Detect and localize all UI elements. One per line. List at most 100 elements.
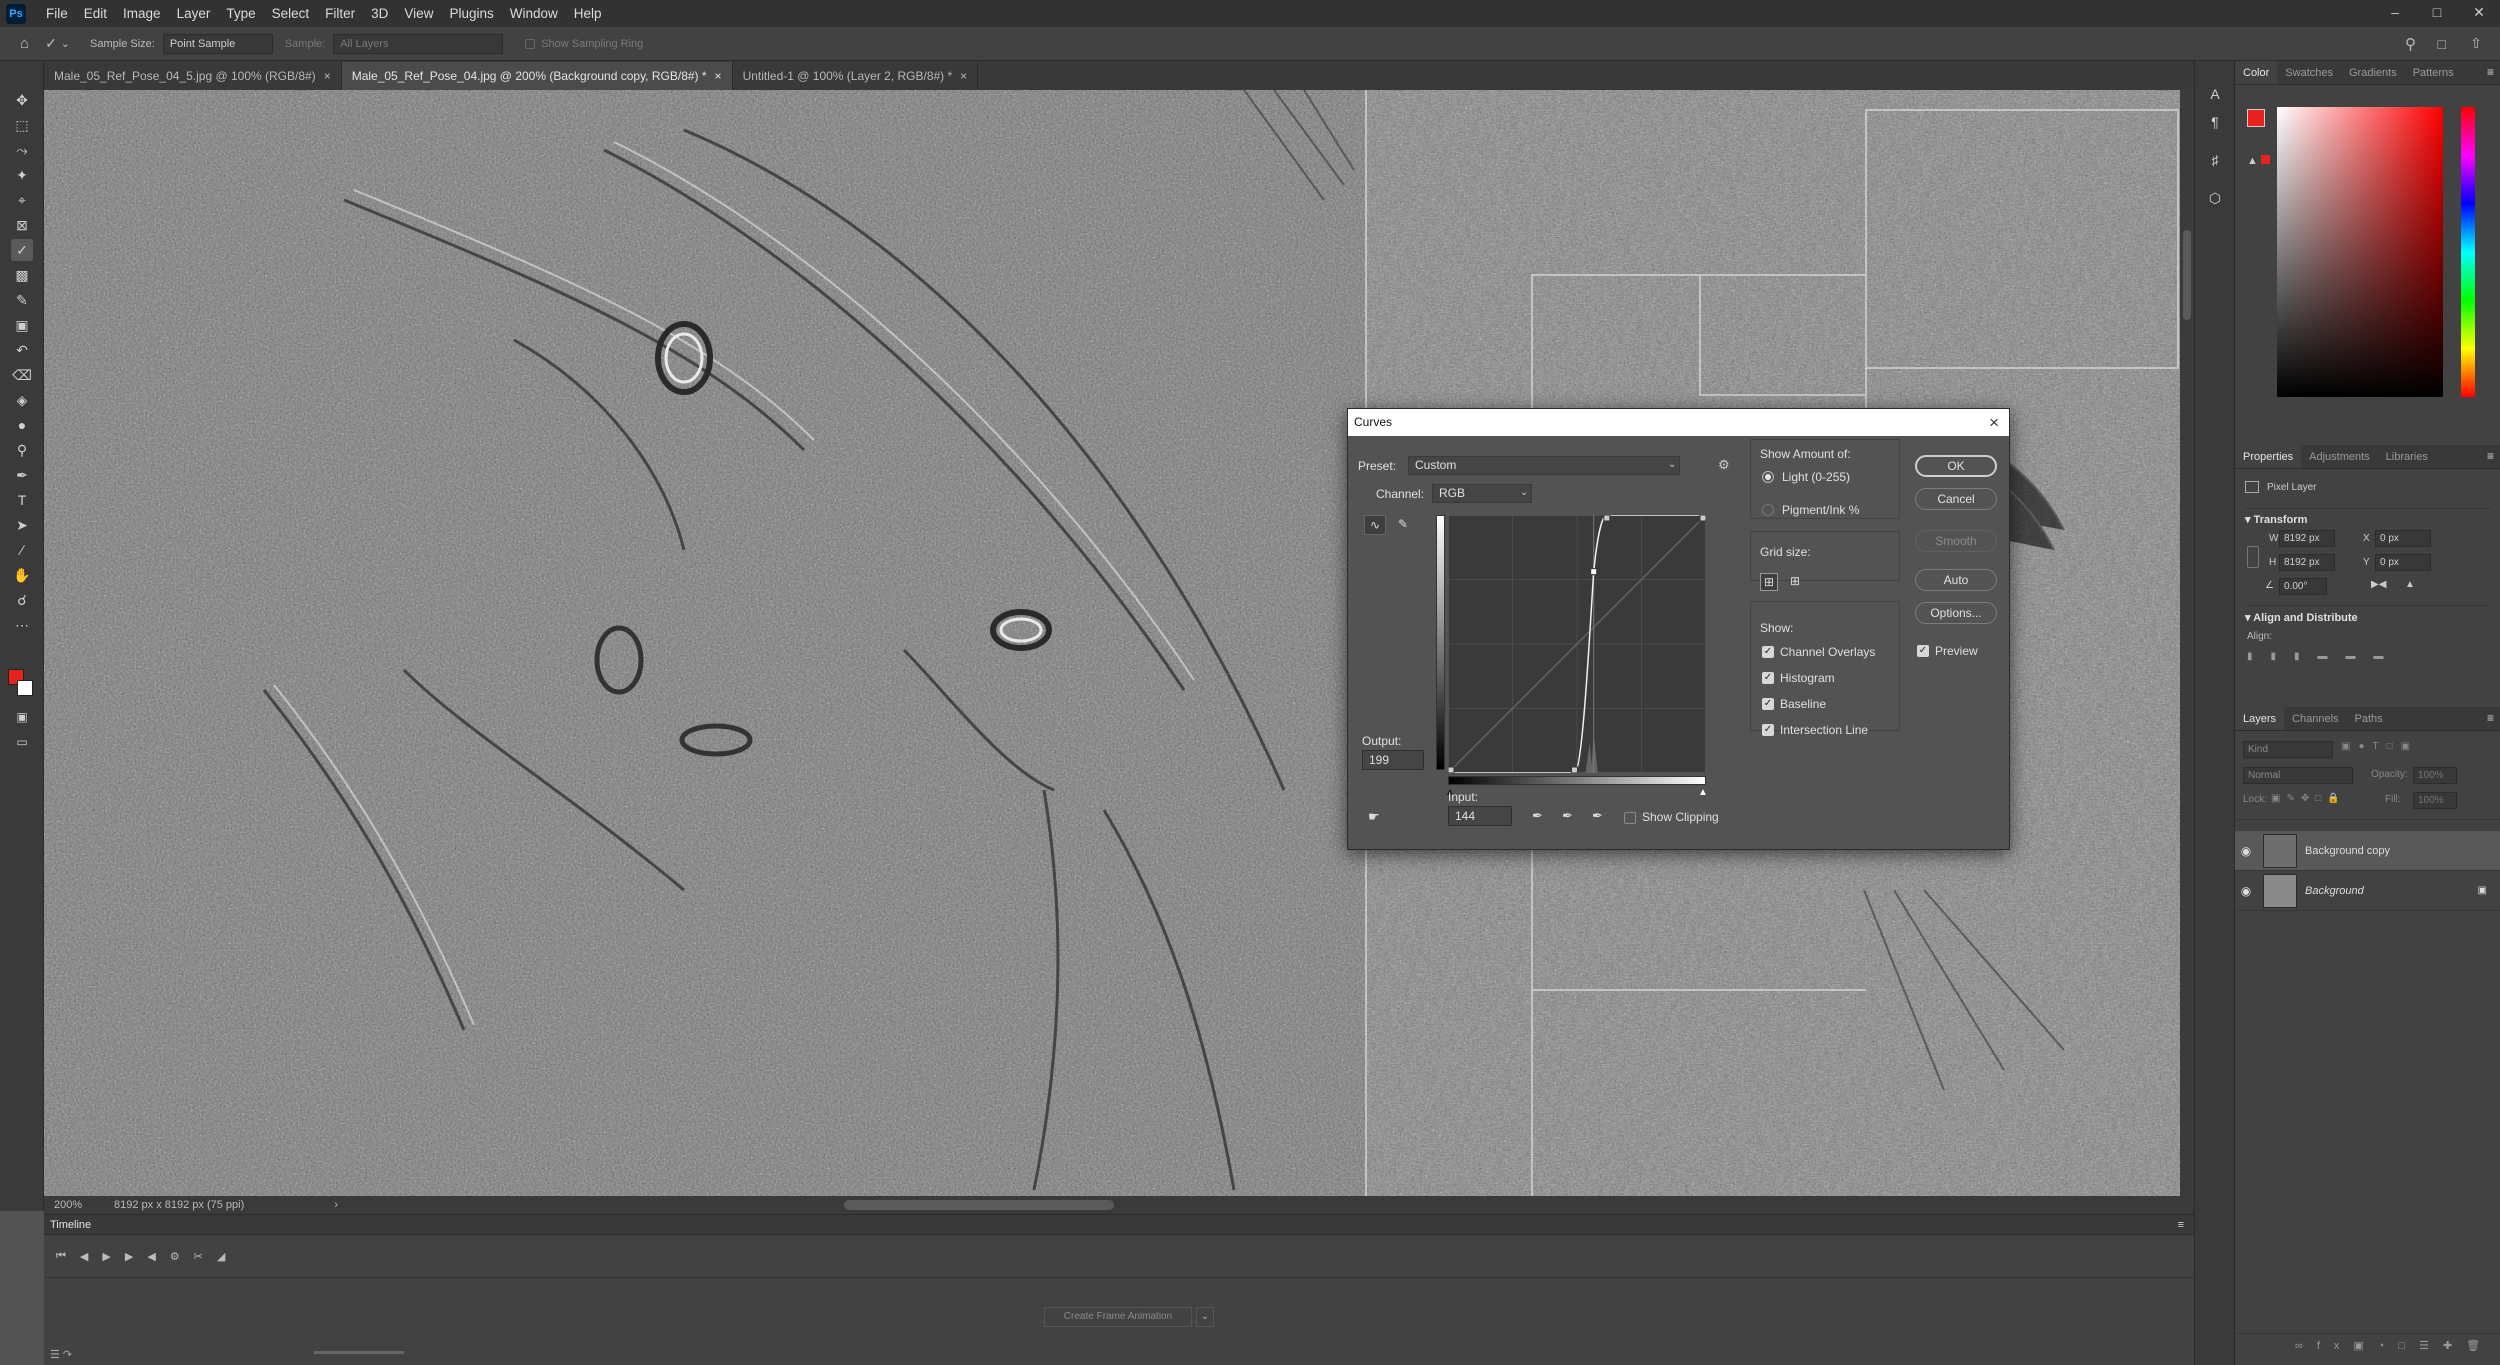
lock-icon[interactable]: ▣ <box>2478 885 2487 896</box>
tool-preset-dropdown-icon[interactable]: ⌄ <box>61 37 70 50</box>
simple-grid-icon[interactable]: ⊞ <box>1760 573 1778 591</box>
curves-graph[interactable] <box>1448 515 1706 773</box>
pen-tool-icon[interactable]: ✒ <box>11 464 33 486</box>
history-brush-tool-icon[interactable]: ↶ <box>11 339 33 361</box>
close-tab-icon[interactable]: × <box>715 69 722 83</box>
chevron-down-icon[interactable]: ⌄ <box>1668 459 1676 470</box>
menu-file[interactable]: File <box>38 6 76 21</box>
panel-menu-icon[interactable]: ≡ <box>2487 711 2494 725</box>
menu-window[interactable]: Window <box>502 6 566 21</box>
hue-slider[interactable] <box>2461 107 2475 397</box>
healing-brush-tool-icon[interactable]: ▩ <box>11 264 33 286</box>
tab-adjustments[interactable]: Adjustments <box>2301 445 2378 468</box>
layer-row-background-copy[interactable]: ◉ Background copy <box>2235 831 2500 871</box>
home-icon[interactable]: ⌂ <box>20 35 29 52</box>
layer-row-background[interactable]: ◉ Background ▣ <box>2235 871 2500 911</box>
flip-vertical-icon[interactable]: ▲ <box>2405 579 2415 590</box>
paragraph-panel-icon[interactable]: ¶ <box>2204 111 2226 133</box>
auto-button[interactable]: Auto <box>1915 569 1997 591</box>
align-right-icon[interactable]: ▮ <box>2294 651 2300 662</box>
histogram-checkbox[interactable]: ✓ <box>1762 672 1774 684</box>
tab-properties[interactable]: Properties <box>2235 445 2302 468</box>
canvas-horizontal-scroll-thumb[interactable] <box>844 1200 1114 1210</box>
opacity-field[interactable]: 100% <box>2413 767 2457 784</box>
color-field[interactable] <box>2277 107 2443 397</box>
gray-eyedropper-icon[interactable]: ✒ <box>1562 808 1573 824</box>
magic-wand-tool-icon[interactable]: ✦ <box>11 164 33 186</box>
tab-doc-2[interactable]: Male_05_Ref_Pose_04.jpg @ 200% (Backgrou… <box>341 62 733 90</box>
visibility-eye-icon[interactable]: ◉ <box>2235 884 2257 898</box>
glyphs-panel-icon[interactable]: ♯ <box>2204 149 2226 171</box>
tab-channels[interactable]: Channels <box>2284 707 2346 730</box>
pigment-radio[interactable] <box>1762 504 1774 516</box>
maximize-icon[interactable]: □ <box>2416 0 2458 27</box>
transform-section-title[interactable]: ▾ Transform <box>2245 513 2307 526</box>
eyedropper-tool-icon[interactable]: ✓ <box>45 35 57 52</box>
tab-doc-3[interactable]: Untitled-1 @ 100% (Layer 2, RGB/8#) * × <box>732 62 979 90</box>
layer-kind-filter[interactable]: Kind <box>2243 741 2333 758</box>
y-field[interactable]: 0 px <box>2375 554 2431 571</box>
fill-field[interactable]: 100% <box>2413 792 2457 809</box>
layer-name[interactable]: Background <box>2305 885 2364 897</box>
marquee-tool-icon[interactable]: ⬚ <box>11 114 33 136</box>
tab-gradients[interactable]: Gradients <box>2341 61 2405 84</box>
flip-horizontal-icon[interactable]: ▶◀ <box>2371 579 2386 590</box>
line-tool-icon[interactable]: ∕ <box>11 539 33 561</box>
curve-control-point[interactable] <box>1448 766 1455 773</box>
brush-tool-icon[interactable]: ✎ <box>11 289 33 311</box>
black-eyedropper-icon[interactable]: ✒ <box>1532 808 1543 824</box>
quick-mask-icon[interactable]: ▣ <box>11 706 33 728</box>
curve-control-point[interactable] <box>1699 515 1706 522</box>
visibility-eye-icon[interactable]: ◉ <box>2235 844 2257 858</box>
align-section-title[interactable]: ▾ Align and Distribute <box>2245 611 2358 624</box>
menu-view[interactable]: View <box>396 6 441 21</box>
hand-tool-icon[interactable]: ✋ <box>11 564 33 586</box>
dialog-title-bar[interactable]: Curves × <box>1348 409 2009 436</box>
menu-filter[interactable]: Filter <box>317 6 363 21</box>
options-button[interactable]: Options... <box>1915 602 1997 624</box>
preset-select[interactable]: Custom <box>1408 456 1680 475</box>
menu-help[interactable]: Help <box>566 6 610 21</box>
eraser-tool-icon[interactable]: ⌫ <box>11 364 33 386</box>
close-tab-icon[interactable]: × <box>960 69 967 83</box>
height-field[interactable]: 8192 px <box>2279 554 2335 571</box>
align-buttons[interactable]: ▮ ▮ ▮ ▬ ▬ ▬ <box>2247 651 2384 662</box>
width-field[interactable]: 8192 px <box>2279 530 2335 547</box>
background-color-swatch[interactable] <box>17 680 33 696</box>
light-radio[interactable] <box>1762 471 1774 483</box>
dodge-tool-icon[interactable]: ⚲ <box>11 439 33 461</box>
clone-stamp-tool-icon[interactable]: ▣ <box>11 314 33 336</box>
path-selection-tool-icon[interactable]: ➤ <box>11 514 33 536</box>
screen-mode-icon[interactable]: ▭ <box>11 731 33 753</box>
previous-frame-icon[interactable]: ◀ <box>80 1250 88 1263</box>
share-icon[interactable]: ⇧ <box>2470 35 2482 52</box>
tab-doc-1[interactable]: Male_05_Ref_Pose_04_5.jpg @ 100% (RGB/8#… <box>44 62 342 90</box>
canvas-vertical-scrollbar[interactable] <box>2180 90 2194 1196</box>
settings-icon[interactable]: ⚙ <box>170 1250 180 1263</box>
cancel-button[interactable]: Cancel <box>1915 488 1997 510</box>
sampling-ring-checkbox[interactable] <box>525 38 536 49</box>
audio-icon[interactable]: ◀ <box>147 1250 155 1263</box>
play-icon[interactable]: ▶ <box>102 1250 110 1263</box>
close-icon[interactable]: × <box>1989 409 1999 436</box>
move-tool-icon[interactable]: ✥ <box>11 89 33 111</box>
output-field[interactable]: 199 <box>1362 750 1424 770</box>
align-left-icon[interactable]: ▮ <box>2247 651 2253 662</box>
next-frame-icon[interactable]: ▶ <box>125 1250 133 1263</box>
frame-tool-icon[interactable]: ⊠ <box>11 214 33 236</box>
curve-control-point[interactable] <box>1570 766 1578 773</box>
tab-color[interactable]: Color <box>2235 61 2278 84</box>
panel-menu-icon[interactable]: ≡ <box>2487 449 2494 463</box>
foreground-color-swatch[interactable] <box>2247 109 2265 127</box>
blend-mode-select[interactable]: Normal <box>2243 767 2353 784</box>
tab-patterns[interactable]: Patterns <box>2405 61 2462 84</box>
tab-layers[interactable]: Layers <box>2235 707 2285 730</box>
paint-bucket-tool-icon[interactable]: ◈ <box>11 389 33 411</box>
character-panel-icon[interactable]: A <box>2204 83 2226 105</box>
menu-edit[interactable]: Edit <box>76 6 115 21</box>
channel-overlays-checkbox[interactable]: ✓ <box>1762 646 1774 658</box>
tab-swatches[interactable]: Swatches <box>2277 61 2341 84</box>
gamut-warning-icon[interactable]: ▲ <box>2247 155 2270 167</box>
preview-checkbox[interactable]: ✓ <box>1917 645 1929 657</box>
timeline-zoom-slider[interactable] <box>314 1351 404 1354</box>
